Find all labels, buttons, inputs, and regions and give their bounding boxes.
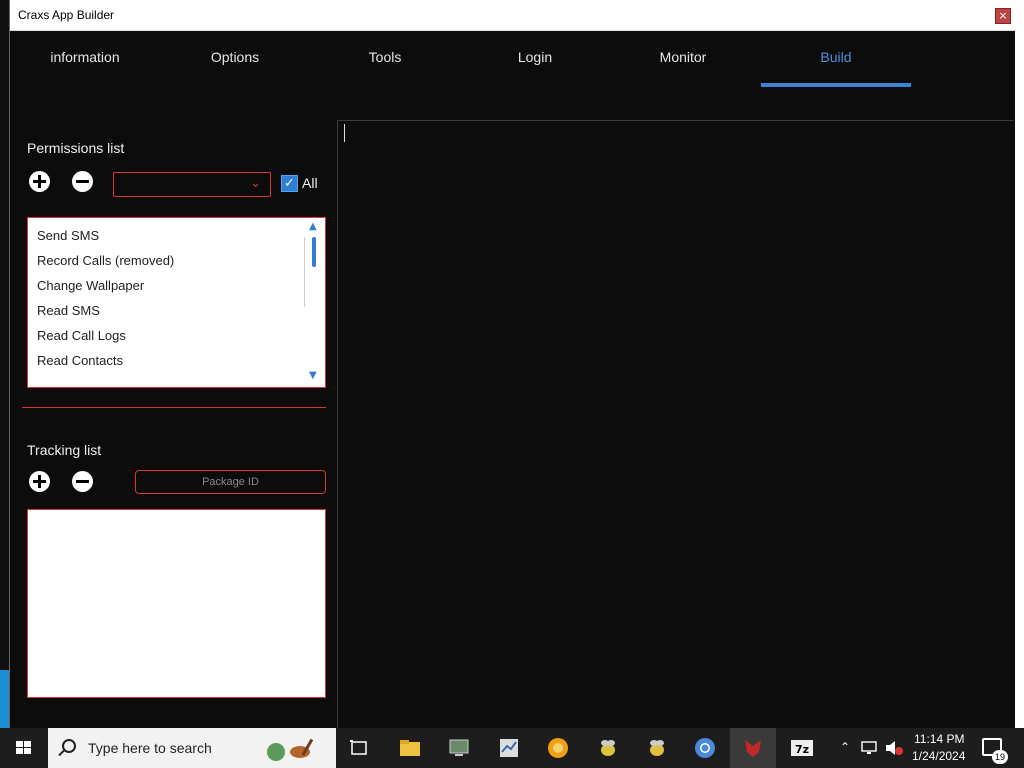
task-view-icon[interactable] xyxy=(348,736,372,760)
file-explorer-icon[interactable] xyxy=(398,736,422,760)
tab-monitor[interactable]: Monitor xyxy=(608,49,758,65)
tab-bar: information Options Tools Login Monitor … xyxy=(10,31,1016,89)
network-icon[interactable] xyxy=(860,739,878,757)
tracking-list[interactable] xyxy=(27,509,326,698)
list-item[interactable]: Send SMS xyxy=(37,228,99,243)
active-tab-indicator xyxy=(761,83,911,87)
desktop-background-right xyxy=(1014,0,1024,728)
tracking-label: Tracking list xyxy=(27,442,102,458)
list-item[interactable]: Record Calls (removed) xyxy=(37,253,174,268)
close-button[interactable]: × xyxy=(995,8,1011,24)
svg-text:7z: 7z xyxy=(795,743,809,756)
taskbar: Type here to search 7z ⌃ 11:14 PM 1/24/2… xyxy=(0,728,1024,768)
app-icon-bee[interactable] xyxy=(596,736,620,760)
permissions-scrollbar[interactable]: ▲ ▼ xyxy=(304,218,325,387)
add-permission-button[interactable] xyxy=(29,171,50,192)
minus-circle-icon xyxy=(76,180,89,183)
app-icon-bee-2[interactable] xyxy=(645,736,669,760)
notification-count-badge: 19 xyxy=(992,750,1008,764)
chevron-down-icon[interactable]: ▼ xyxy=(309,370,317,381)
search-placeholder: Type here to search xyxy=(88,740,212,756)
list-item[interactable]: Change Wallpaper xyxy=(37,278,144,293)
build-output-panel[interactable] xyxy=(337,120,1014,728)
add-tracking-button[interactable] xyxy=(29,471,50,492)
title-bar: Craxs App Builder × xyxy=(10,0,1016,31)
list-item[interactable]: Read SMS xyxy=(37,303,100,318)
chevron-up-icon[interactable]: ▲ xyxy=(309,221,317,232)
search-highlight-art-icon xyxy=(267,738,314,761)
text-caret xyxy=(344,124,345,142)
package-id-input[interactable] xyxy=(135,470,326,494)
chevron-down-icon: ⌄ xyxy=(250,176,261,191)
app-icon-chart[interactable] xyxy=(497,736,521,760)
list-item[interactable]: Read Call Logs xyxy=(37,328,126,343)
remove-tracking-button[interactable] xyxy=(72,471,93,492)
select-all-label: All xyxy=(302,175,318,191)
volume-muted-icon[interactable] xyxy=(884,739,904,757)
scroll-track xyxy=(304,237,305,307)
tab-build[interactable]: Build xyxy=(761,49,911,65)
app-icon-monitor[interactable] xyxy=(447,736,471,760)
minus-circle-icon xyxy=(76,480,89,483)
tab-login[interactable]: Login xyxy=(460,49,610,65)
section-divider xyxy=(22,407,326,408)
tab-options[interactable]: Options xyxy=(160,49,310,65)
clock-date[interactable]: 1/24/2024 xyxy=(912,749,965,763)
tab-tools[interactable]: Tools xyxy=(310,49,460,65)
search-icon xyxy=(62,739,76,753)
permissions-list[interactable]: Send SMS Record Calls (removed) Change W… xyxy=(27,217,326,388)
chevron-up-icon[interactable]: ⌃ xyxy=(840,740,850,754)
scroll-thumb[interactable] xyxy=(312,237,316,267)
select-all-checkbox[interactable]: ✓ xyxy=(281,175,298,192)
taskbar-search[interactable]: Type here to search xyxy=(48,728,336,768)
list-item[interactable]: Read Contacts xyxy=(37,353,123,368)
permissions-label: Permissions list xyxy=(27,140,125,156)
7zip-icon[interactable]: 7z xyxy=(790,736,814,760)
app-icon-orange[interactable] xyxy=(546,736,570,760)
windows-icon xyxy=(16,741,32,755)
chrome-icon[interactable] xyxy=(693,736,717,760)
clock-time[interactable]: 11:14 PM xyxy=(914,732,964,746)
app-window: Craxs App Builder × information Options … xyxy=(9,0,1016,728)
start-button[interactable] xyxy=(0,728,48,768)
craxs-app-icon[interactable] xyxy=(741,736,765,760)
permission-select[interactable]: ⌄ xyxy=(113,172,271,197)
tab-information[interactable]: information xyxy=(10,49,160,65)
window-title: Craxs App Builder xyxy=(18,8,115,22)
remove-permission-button[interactable] xyxy=(72,171,93,192)
